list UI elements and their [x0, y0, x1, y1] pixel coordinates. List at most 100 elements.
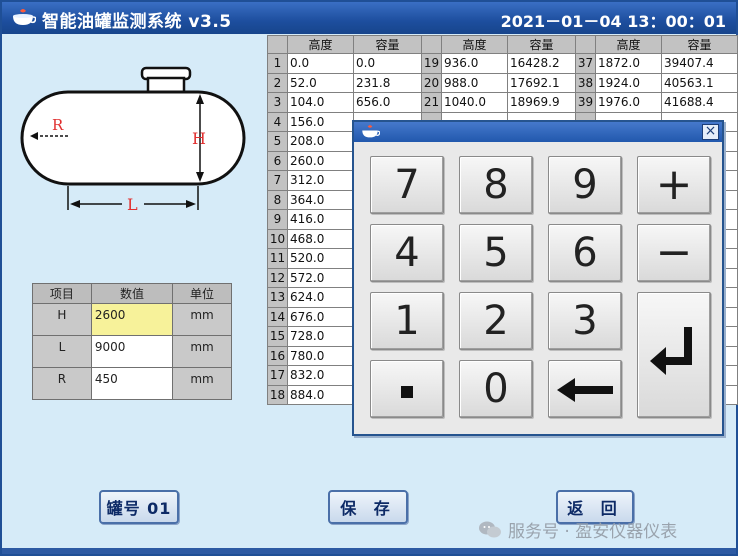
height-cell[interactable]: 1872.0 [595, 53, 662, 74]
row-index: 9 [267, 209, 288, 230]
height-header: 高度 [441, 35, 508, 54]
volume-cell[interactable]: 41688.4 [661, 92, 738, 113]
height-cell[interactable]: 936.0 [441, 53, 508, 74]
volume-header: 容量 [661, 35, 738, 54]
tank-number-button[interactable]: 罐号 01 [99, 490, 179, 524]
key-9[interactable]: 9 [548, 156, 622, 214]
row-index: 18 [267, 384, 288, 405]
height-cell[interactable]: 1040.0 [441, 92, 508, 113]
tank-parameter-table: 项目 数值 单位 H 2600 mm L 9000 mm R 450 mm [32, 283, 232, 400]
table-row: 1 0.0 0.0 19 936.0 16428.2 37 1872.0 39407.4 [267, 53, 738, 74]
title-bar: 智能油罐监测系统 v3.5 2021－01－04 13：00：01 [2, 2, 736, 34]
row-index: 7 [267, 170, 288, 191]
height-cell[interactable]: 728.0 [287, 326, 354, 347]
key-0[interactable]: 0 [459, 360, 533, 418]
height-cell[interactable]: 312.0 [287, 170, 354, 191]
key-plus[interactable]: + [637, 156, 711, 214]
height-cell[interactable]: 780.0 [287, 345, 354, 366]
height-cell[interactable]: 0.0 [287, 53, 354, 74]
height-cell[interactable]: 104.0 [287, 92, 354, 113]
param-unit: mm [172, 367, 232, 400]
height-cell[interactable]: 208.0 [287, 131, 354, 152]
row-index: 1 [267, 53, 288, 74]
length-label: L [127, 195, 138, 214]
height-cell[interactable]: 676.0 [287, 306, 354, 327]
watermark-text: 服务号 · 盈安仪器仪表 [508, 522, 678, 542]
volume-header: 容量 [353, 35, 422, 54]
row-index: 39 [575, 92, 596, 113]
backspace-arrow-icon [557, 378, 613, 402]
row-index: 21 [421, 92, 442, 113]
backspace-key[interactable] [548, 360, 622, 418]
row-index: 8 [267, 189, 288, 210]
key-3[interactable]: 3 [548, 292, 622, 350]
tank-diagram: R H L [20, 66, 246, 214]
param-l-input[interactable]: 9000 [90, 335, 174, 368]
height-cell[interactable]: 884.0 [287, 384, 354, 405]
row-index: 20 [421, 72, 442, 93]
height-cell[interactable]: 52.0 [287, 72, 354, 93]
key-2[interactable]: 2 [459, 292, 533, 350]
height-cell[interactable]: 260.0 [287, 150, 354, 171]
decimal-point-key[interactable] [370, 360, 444, 418]
param-header-item: 项目 [32, 283, 92, 304]
row-index: 38 [575, 72, 596, 93]
volume-cell[interactable]: 40563.1 [661, 72, 738, 93]
key-5[interactable]: 5 [459, 224, 533, 282]
height-cell[interactable]: 832.0 [287, 365, 354, 386]
param-h-input[interactable]: 2600 [90, 303, 174, 336]
keypad-close-button[interactable]: × [702, 124, 719, 140]
row-index: 10 [267, 228, 288, 249]
row-index: 4 [267, 111, 288, 132]
height-cell[interactable]: 624.0 [287, 287, 354, 308]
row-index: 19 [421, 53, 442, 74]
index-header [575, 35, 596, 54]
key-6[interactable]: 6 [548, 224, 622, 282]
param-r-input[interactable]: 450 [90, 367, 174, 400]
bottom-border [2, 548, 736, 554]
volume-header: 容量 [507, 35, 576, 54]
height-cell[interactable]: 1924.0 [595, 72, 662, 93]
volume-cell[interactable]: 231.8 [353, 72, 422, 93]
index-header [421, 35, 442, 54]
height-cell[interactable]: 156.0 [287, 111, 354, 132]
keypad-grid: 7 8 9 + 4 5 6 − 1 2 3 0 [368, 156, 712, 424]
param-row-h: H 2600 mm [32, 303, 232, 336]
key-8[interactable]: 8 [459, 156, 533, 214]
row-index: 2 [267, 72, 288, 93]
param-header-unit: 单位 [172, 283, 232, 304]
volume-cell[interactable]: 39407.4 [661, 53, 738, 74]
numeric-keypad-dialog: × 7 8 9 + 4 5 6 − 1 2 3 0 [352, 120, 724, 436]
volume-cell[interactable]: 18969.9 [507, 92, 576, 113]
row-index: 15 [267, 326, 288, 347]
key-1[interactable]: 1 [370, 292, 444, 350]
enter-icon [650, 327, 692, 375]
height-cell[interactable]: 416.0 [287, 209, 354, 230]
height-cell[interactable]: 988.0 [441, 72, 508, 93]
datetime-display: 2021－01－04 13：00：01 [500, 12, 726, 31]
table-row: 2 52.0 231.8 20 988.0 17692.1 38 1924.0 40563.1 [267, 72, 738, 93]
index-header [267, 35, 288, 54]
row-index: 12 [267, 267, 288, 288]
save-button[interactable]: 保 存 [328, 490, 408, 524]
wechat-icon [479, 521, 501, 537]
row-index: 13 [267, 287, 288, 308]
key-4[interactable]: 4 [370, 224, 444, 282]
height-header: 高度 [595, 35, 662, 54]
key-7[interactable]: 7 [370, 156, 444, 214]
height-cell[interactable]: 1976.0 [595, 92, 662, 113]
height-cell[interactable]: 468.0 [287, 228, 354, 249]
row-index: 16 [267, 345, 288, 366]
volume-cell[interactable]: 16428.2 [507, 53, 576, 74]
enter-key[interactable] [637, 292, 711, 418]
height-cell[interactable]: 572.0 [287, 267, 354, 288]
watermark: 服务号 · 盈安仪器仪表 [478, 517, 677, 542]
volume-cell[interactable]: 0.0 [353, 53, 422, 74]
height-cell[interactable]: 520.0 [287, 248, 354, 269]
volume-cell[interactable]: 656.0 [353, 92, 422, 113]
volume-cell[interactable]: 17692.1 [507, 72, 576, 93]
height-cell[interactable]: 364.0 [287, 189, 354, 210]
param-item: R [32, 367, 92, 400]
key-minus[interactable]: − [637, 224, 711, 282]
param-unit: mm [172, 303, 232, 336]
